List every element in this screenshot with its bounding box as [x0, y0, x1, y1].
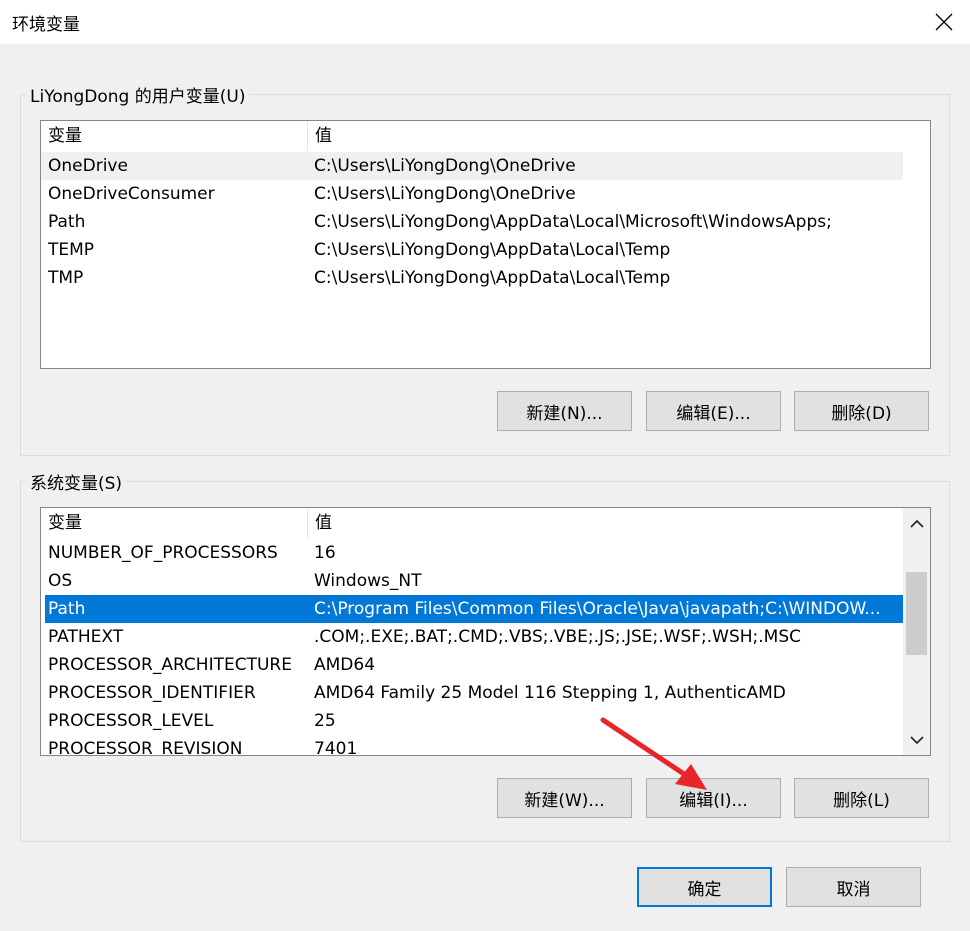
red-arrow-annotation — [600, 717, 707, 790]
scroll-up-button[interactable] — [903, 510, 930, 536]
var-name: NUMBER_OF_PROCESSORS — [48, 543, 278, 563]
user-vars-group-label: LiYongDong 的用户变量(U) — [26, 82, 250, 107]
window-title: 环境变量 — [12, 15, 80, 35]
var-value: C:\Program Files\Common Files\Oracle\Jav… — [314, 599, 881, 619]
var-name: OS — [48, 571, 73, 591]
column-header-variable[interactable]: 变量 — [41, 121, 308, 151]
system-var-row-processor-identifier[interactable]: PROCESSOR_IDENTIFIER AMD64 Family 25 Mod… — [41, 679, 903, 707]
var-name: TMP — [48, 268, 84, 288]
var-value: C:\Users\LiYongDong\AppData\Local\Temp — [314, 268, 671, 288]
close-button[interactable] — [918, 0, 970, 44]
system-vars-group-label: 系统变量(S) — [26, 469, 127, 494]
var-value: 16 — [314, 543, 336, 563]
system-vars-list[interactable]: 变量 值 NUMBER_OF_PROCESSORS 16 OS Windows_… — [40, 507, 931, 756]
system-var-row-number-of-processors[interactable]: NUMBER_OF_PROCESSORS 16 — [41, 539, 903, 567]
ok-button[interactable]: 确定 — [637, 867, 772, 907]
var-value: C:\Users\LiYongDong\AppData\Local\Temp — [314, 240, 671, 260]
var-name: PROCESSOR_REVISION — [48, 739, 243, 756]
user-edit-button[interactable]: 编辑(E)... — [646, 391, 781, 431]
user-var-row-onedriveconsumer[interactable]: OneDriveConsumer C:\Users\LiYongDong\One… — [41, 180, 903, 208]
user-var-row-onedrive[interactable]: OneDrive C:\Users\LiYongDong\OneDrive — [41, 152, 903, 180]
system-delete-button[interactable]: 删除(L) — [794, 778, 929, 818]
system-var-row-processor-level[interactable]: PROCESSOR_LEVEL 25 — [41, 707, 903, 735]
user-vars-list[interactable]: 变量 值 OneDrive C:\Users\LiYongDong\OneDri… — [40, 120, 931, 369]
var-name: PROCESSOR_LEVEL — [48, 711, 214, 731]
cancel-button[interactable]: 取消 — [786, 867, 921, 907]
var-value: C:\Users\LiYongDong\AppData\Local\Micros… — [314, 212, 832, 232]
var-value: C:\Users\LiYongDong\OneDrive — [314, 156, 576, 176]
user-var-row-tmp[interactable]: TMP C:\Users\LiYongDong\AppData\Local\Te… — [41, 264, 903, 292]
var-value: C:\Users\LiYongDong\OneDrive — [314, 184, 576, 204]
system-var-row-processor-revision[interactable]: PROCESSOR_REVISION 7401 — [41, 735, 903, 756]
var-value: .COM;.EXE;.BAT;.CMD;.VBS;.VBE;.JS;.JSE;.… — [314, 627, 802, 647]
column-header-value[interactable]: 值 — [308, 508, 903, 538]
user-new-button[interactable]: 新建(N)... — [497, 391, 632, 431]
var-value: AMD64 — [314, 655, 376, 675]
var-name: TEMP — [48, 240, 95, 260]
system-var-row-os[interactable]: OS Windows_NT — [41, 567, 903, 595]
system-var-row-path[interactable]: Path C:\Program Files\Common Files\Oracl… — [45, 595, 903, 623]
var-name: OneDrive — [48, 156, 128, 176]
user-delete-button[interactable]: 删除(D) — [794, 391, 929, 431]
var-name: Path — [48, 599, 86, 619]
system-vars-scrollbar[interactable] — [903, 508, 930, 755]
scrollbar-thumb[interactable] — [906, 572, 927, 655]
var-name: PATHEXT — [48, 627, 124, 647]
var-name: Path — [48, 212, 86, 232]
system-var-row-processor-architecture[interactable]: PROCESSOR_ARCHITECTURE AMD64 — [41, 651, 903, 679]
chevron-up-icon — [909, 519, 924, 528]
user-var-row-temp[interactable]: TEMP C:\Users\LiYongDong\AppData\Local\T… — [41, 236, 903, 264]
var-value: Windows_NT — [314, 571, 422, 591]
user-vars-header: 变量 值 — [41, 121, 903, 151]
user-var-row-path[interactable]: Path C:\Users\LiYongDong\AppData\Local\M… — [41, 208, 903, 236]
var-name: OneDriveConsumer — [48, 184, 215, 204]
var-name: PROCESSOR_IDENTIFIER — [48, 683, 256, 703]
close-icon — [935, 13, 953, 31]
title-bar: 环境变量 — [0, 0, 970, 44]
column-header-value[interactable]: 值 — [308, 121, 903, 151]
column-header-variable[interactable]: 变量 — [41, 508, 308, 538]
chevron-down-icon — [909, 735, 924, 744]
system-vars-header: 变量 值 — [41, 508, 903, 538]
var-value: AMD64 Family 25 Model 116 Stepping 1, Au… — [314, 683, 786, 703]
system-var-row-pathext[interactable]: PATHEXT .COM;.EXE;.BAT;.CMD;.VBS;.VBE;.J… — [41, 623, 903, 651]
var-name: PROCESSOR_ARCHITECTURE — [48, 655, 292, 675]
scroll-down-button[interactable] — [903, 727, 930, 753]
